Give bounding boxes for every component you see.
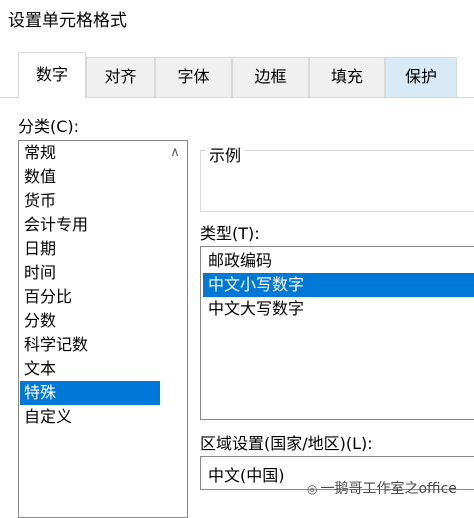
tab-font[interactable]: 字体 xyxy=(155,57,232,97)
category-item-currency[interactable]: 货币 xyxy=(20,189,160,213)
category-item-accounting[interactable]: 会计专用 xyxy=(20,213,160,237)
tab-number[interactable]: 数字 xyxy=(18,52,86,98)
category-item-general[interactable]: 常规 xyxy=(20,141,160,165)
tab-border[interactable]: 边框 xyxy=(232,57,309,97)
category-item-number[interactable]: 数值 xyxy=(20,165,160,189)
type-item-chinese-uppercase-number[interactable]: 中文大写数字 xyxy=(203,297,474,321)
type-item-chinese-lowercase-number[interactable]: 中文小写数字 xyxy=(203,273,474,297)
category-item-custom[interactable]: 自定义 xyxy=(20,405,160,429)
type-list[interactable]: 邮政编码 中文小写数字 中文大写数字 xyxy=(200,246,474,420)
tab-protection[interactable]: 保护 xyxy=(385,57,457,97)
locale-label: 区域设置(国家/地区)(L): xyxy=(200,434,373,453)
watermark-text: 一鹅哥工作室之office xyxy=(320,481,457,497)
dialog-title: 设置单元格格式 xyxy=(8,11,127,31)
category-item-percentage[interactable]: 百分比 xyxy=(20,285,160,309)
scroll-up-icon[interactable]: ∧ xyxy=(165,143,185,163)
category-item-date[interactable]: 日期 xyxy=(20,237,160,261)
tab-fill[interactable]: 填充 xyxy=(309,57,385,97)
category-item-text[interactable]: 文本 xyxy=(20,357,160,381)
watermark: ◎ 一鹅哥工作室之office xyxy=(307,478,457,498)
type-label: 类型(T): xyxy=(200,224,260,243)
category-list[interactable]: ∧ 常规 数值 货币 会计专用 日期 时间 百分比 分数 科学记数 文本 特殊 … xyxy=(18,140,188,518)
category-item-scientific[interactable]: 科学记数 xyxy=(20,333,160,357)
type-item-postal-code[interactable]: 邮政编码 xyxy=(203,249,474,273)
category-item-special[interactable]: 特殊 xyxy=(20,381,160,405)
category-item-fraction[interactable]: 分数 xyxy=(20,309,160,333)
category-label: 分类(C): xyxy=(18,117,80,136)
sample-label: 示例 xyxy=(206,142,245,166)
category-item-time[interactable]: 时间 xyxy=(20,261,160,285)
wechat-icon: ◎ xyxy=(307,482,318,496)
locale-value: 中文(中国) xyxy=(208,466,285,485)
tab-alignment[interactable]: 对齐 xyxy=(86,57,155,97)
